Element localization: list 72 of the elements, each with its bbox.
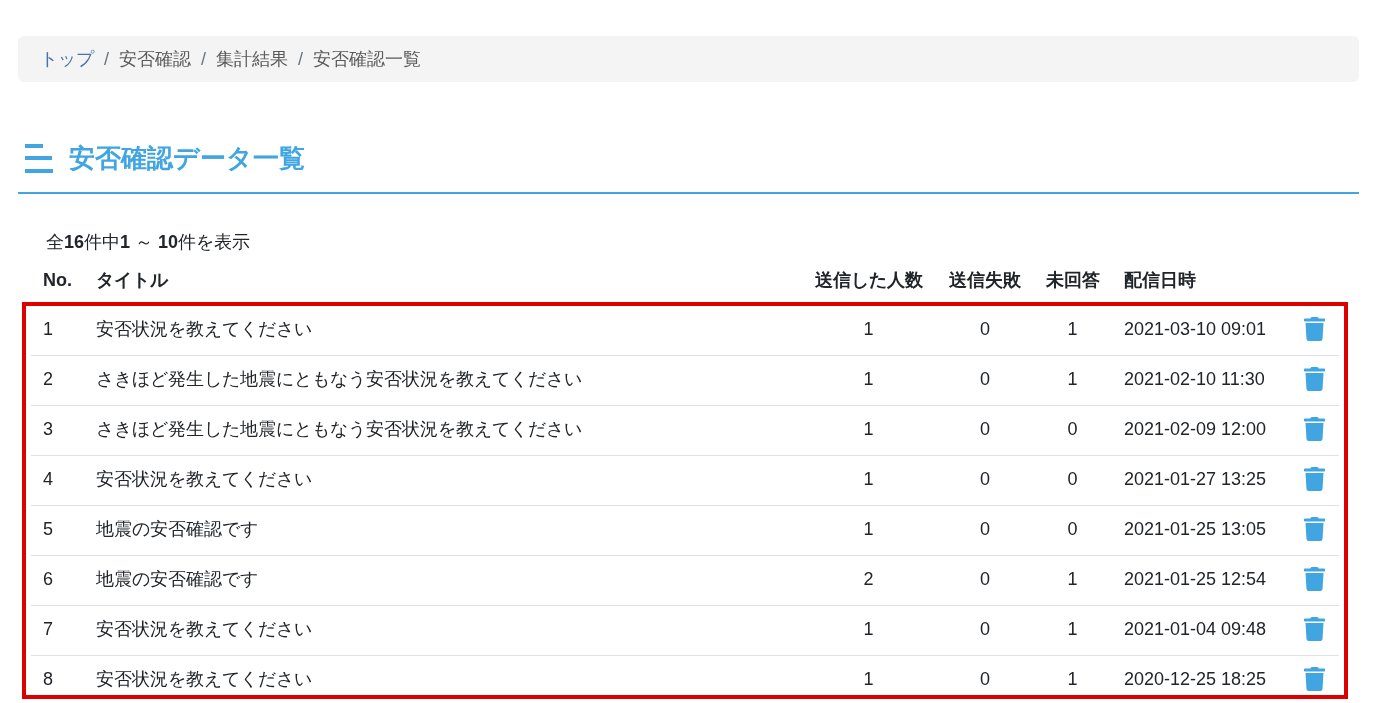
trash-icon[interactable] (1303, 317, 1325, 341)
table-cell: 0 (980, 319, 990, 339)
table-cell: 1 (1067, 319, 1078, 339)
table-cell: 安否状況を教えてください (96, 669, 312, 689)
table-cell: 2020-12-25 18:25 (1124, 669, 1267, 689)
table-cell: 0 (980, 369, 990, 389)
breadcrumb-item: 集計結果 (216, 48, 289, 71)
table-cell: さきほど発生した地震にともなう安否状況を教えてください (96, 369, 582, 389)
table-cell: 1 (1067, 669, 1078, 689)
table-cell: 地震の安否確認です (96, 569, 258, 589)
column-header: 送信した人数 (814, 270, 923, 290)
table-cell: 1 (863, 419, 874, 439)
table-cell: 2021-01-25 13:05 (1124, 519, 1267, 539)
table-cell: 0 (980, 469, 990, 489)
table-cell: 1 (863, 369, 874, 389)
table-cell: 安否状況を教えてください (96, 319, 312, 339)
breadcrumb-separator: / (201, 48, 207, 71)
table-cell: 8 (43, 669, 53, 689)
column-header: 未回答 (1045, 270, 1100, 290)
trash-icon[interactable] (1303, 667, 1325, 691)
column-header: 配信日時 (1124, 270, 1196, 290)
table-cell: 0 (1067, 469, 1078, 489)
table-cell: 1 (43, 319, 53, 339)
table-cell: 0 (980, 669, 990, 689)
trash-icon[interactable] (1303, 417, 1325, 441)
table-cell: 5 (43, 519, 53, 539)
table-cell: 4 (43, 469, 53, 489)
table-cell: 1 (1067, 619, 1078, 639)
column-header: 送信失敗 (949, 270, 1021, 290)
table-cell: 1 (863, 519, 874, 539)
table-cell: 2021-03-10 09:01 (1124, 319, 1267, 339)
table-cell: 2021-02-10 11:30 (1124, 369, 1265, 389)
table-cell: 0 (980, 519, 990, 539)
column-header: タイトル (96, 270, 168, 290)
table-cell: 1 (863, 669, 874, 689)
breadcrumb-item: 安否確認 (119, 48, 191, 71)
result-count-text: 全16件中1 ～ 10件を表示 (46, 231, 251, 254)
column-header: No. (43, 270, 72, 290)
table-cell: 1 (1067, 369, 1078, 389)
table-cell: 1 (863, 319, 874, 339)
table-cell: 2 (43, 369, 53, 389)
table-cell: 2021-01-27 13:25 (1124, 469, 1267, 489)
page-title: 安否確認データ一覧 (69, 142, 305, 175)
table-cell: 3 (43, 419, 53, 439)
table-cell: 1 (1067, 569, 1078, 589)
breadcrumb-link[interactable]: トップ (40, 47, 94, 71)
table-cell: 1 (863, 469, 874, 489)
table-cell: 6 (43, 569, 53, 589)
trash-icon[interactable] (1303, 567, 1325, 591)
breadcrumb-separator: / (104, 48, 109, 71)
table-cell: 0 (980, 569, 990, 589)
table-cell: 0 (980, 419, 990, 439)
table-cell: 2021-01-25 12:54 (1124, 569, 1267, 589)
table-cell: 安否状況を教えてください (96, 619, 312, 639)
breadcrumb-item: 安否確認一覧 (313, 48, 422, 71)
table-cell: 0 (1067, 519, 1078, 539)
table-cell: 0 (980, 619, 990, 639)
trash-icon[interactable] (1303, 517, 1325, 541)
list-icon (25, 143, 53, 173)
table-cell: 7 (43, 619, 53, 639)
table-cell: 2021-01-04 09:48 (1124, 619, 1267, 639)
trash-icon[interactable] (1303, 367, 1325, 391)
table-cell: 1 (863, 619, 874, 639)
trash-icon[interactable] (1303, 617, 1325, 641)
trash-icon[interactable] (1303, 467, 1325, 491)
table-cell: さきほど発生した地震にともなう安否状況を教えてください (96, 419, 582, 439)
table-cell: 2021-02-09 12:00 (1124, 419, 1267, 439)
table-cell: 地震の安否確認です (96, 519, 258, 539)
table-cell: 2 (863, 569, 874, 589)
table-cell: 0 (1067, 419, 1078, 439)
table-cell: 安否状況を教えてください (96, 469, 312, 489)
breadcrumb-separator: / (298, 48, 304, 71)
